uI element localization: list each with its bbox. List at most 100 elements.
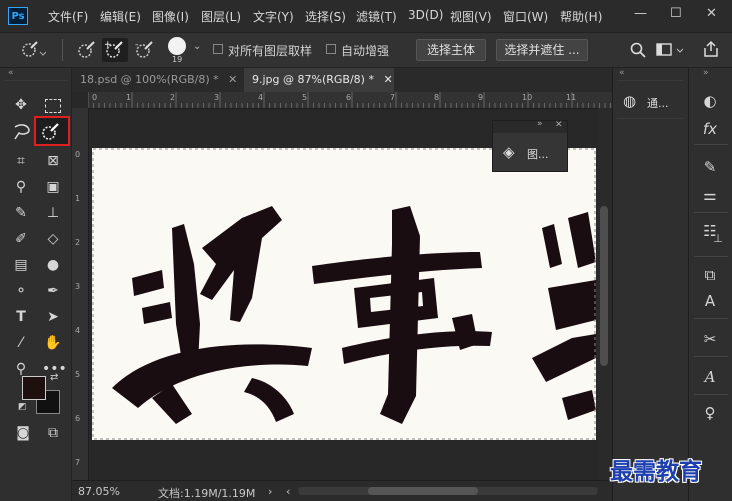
divider <box>694 394 728 395</box>
blur-tool-icon[interactable]: ● <box>42 254 64 276</box>
menu-help[interactable]: 帮助(H) <box>560 8 602 25</box>
dodge-tool-icon[interactable]: ⚬ <box>10 280 32 302</box>
adjustments-icon[interactable]: ◐ <box>698 90 722 112</box>
select-subject-button[interactable]: 选择主体 <box>416 39 486 61</box>
ink-stroke <box>548 280 596 330</box>
menu-image[interactable]: 图像(I) <box>152 8 189 25</box>
tab-close-icon[interactable]: ✕ <box>228 73 237 86</box>
select-and-mask-button[interactable]: 选择并遮住 ... <box>496 39 588 61</box>
workspace-icon[interactable] <box>656 42 686 58</box>
new-selection-icon[interactable] <box>76 40 98 60</box>
expand-chevron-icon[interactable]: » <box>703 68 709 78</box>
svg-text:+: + <box>104 40 112 50</box>
close-icon[interactable]: ✕ <box>706 6 717 21</box>
hand-tool-icon[interactable]: ✋ <box>42 332 64 354</box>
clone-source-icon[interactable]: ⊥ <box>706 228 730 250</box>
healing-brush-tool-icon[interactable]: ▣ <box>42 176 64 198</box>
crop-tool-icon[interactable]: ⌗ <box>10 150 32 172</box>
brush-tool-icon[interactable]: ✎ <box>10 202 32 224</box>
quick-selection-tool-button[interactable] <box>34 116 70 146</box>
sample-all-layers-label: 对所有图层取样 <box>228 44 313 58</box>
ruler-label: 6 <box>75 414 81 423</box>
channels-icon[interactable]: ◍ <box>623 92 636 110</box>
type-tool-icon[interactable]: T <box>10 306 32 328</box>
vertical-scrollbar-thumb[interactable] <box>600 206 608 366</box>
brush-size-icon[interactable] <box>168 37 186 55</box>
ruler-label: 1 <box>126 93 132 102</box>
maximize-icon[interactable]: ☐ <box>670 6 682 21</box>
character-style-icon[interactable]: ⧉ <box>698 264 722 286</box>
vertical-ruler[interactable]: 0 1 2 3 4 5 6 7 <box>72 108 89 480</box>
horizontal-ruler[interactable]: 0 1 2 3 4 5 6 7 8 9 10 11 <box>87 92 612 109</box>
swap-colors-icon[interactable]: ⇄ <box>50 372 58 383</box>
brush-settings-icon[interactable]: ✎ <box>698 156 722 178</box>
pen-tool-icon[interactable]: ✒ <box>42 280 64 302</box>
ruler-label: 2 <box>75 238 81 247</box>
svg-text:-: - <box>135 40 138 50</box>
menu-window[interactable]: 窗口(W) <box>503 8 548 25</box>
photoshop-logo: Ps <box>8 7 28 25</box>
panel-close-icon[interactable]: ✕ <box>555 120 563 130</box>
menu-edit[interactable]: 编辑(E) <box>100 8 141 25</box>
eraser-tool-icon[interactable]: ◇ <box>42 228 64 250</box>
add-to-selection-button[interactable]: + <box>102 38 128 62</box>
foreground-color-swatch[interactable] <box>22 376 46 400</box>
scroll-left-icon[interactable]: ‹ <box>286 485 290 498</box>
clone-stamp-tool-icon[interactable]: ⊥ <box>42 202 64 224</box>
panel-header[interactable]: » ✕ <box>493 119 567 133</box>
quick-selection-icon <box>42 123 59 140</box>
ruler-label: 1 <box>75 194 81 203</box>
tab-close-icon[interactable]: ✕ <box>383 73 392 86</box>
divider <box>617 80 683 81</box>
brushes-icon[interactable]: ⚌ <box>698 184 722 206</box>
horizontal-scrollbar[interactable] <box>298 487 598 495</box>
tab-9-jpg[interactable]: 9.jpg @ 87%(RGB/8) * ✕ <box>244 68 394 92</box>
menu-filter[interactable]: 滤镜(T) <box>356 8 397 25</box>
minimize-icon[interactable]: — <box>634 6 647 21</box>
menu-layer[interactable]: 图层(L) <box>201 8 241 25</box>
marquee-tool-icon[interactable] <box>42 94 64 116</box>
tools-scissors-icon[interactable]: ✂ <box>698 328 722 350</box>
move-tool-icon[interactable]: ✥ <box>10 94 32 116</box>
ink-stroke <box>532 334 596 382</box>
styles-fx-icon[interactable]: fx <box>698 118 722 140</box>
quick-select-tool-preset-icon[interactable] <box>20 40 46 60</box>
status-bar: 87.05% 文档:1.19M/1.19M › ‹ <box>72 480 612 501</box>
menu-file[interactable]: 文件(F) <box>48 8 88 25</box>
line-tool-icon[interactable]: ⁄ <box>10 332 32 354</box>
share-icon[interactable] <box>702 40 720 58</box>
menu-view[interactable]: 视图(V) <box>450 8 492 25</box>
history-brush-tool-icon[interactable]: ✐ <box>10 228 32 250</box>
layers-icon[interactable]: ◈ <box>503 143 515 161</box>
lasso-tool-icon[interactable] <box>12 122 32 140</box>
horizontal-scrollbar-thumb[interactable] <box>368 487 478 495</box>
screen-mode-icon[interactable]: ⧉ <box>42 422 64 444</box>
menu-select[interactable]: 选择(S) <box>305 8 346 25</box>
collapse-chevron-icon[interactable]: « <box>8 68 14 78</box>
search-icon[interactable] <box>630 42 646 58</box>
ink-stroke <box>244 378 294 422</box>
auto-enhance-checkbox[interactable] <box>326 44 336 54</box>
collapse-chevron-icon[interactable]: « <box>619 68 625 78</box>
document-canvas[interactable] <box>92 148 596 440</box>
gradient-tool-icon[interactable]: ▤ <box>10 254 32 276</box>
quick-mask-icon[interactable]: ◙ <box>12 422 34 444</box>
status-menu-chevron-icon[interactable]: › <box>268 485 272 498</box>
subtract-selection-icon[interactable]: - <box>134 40 156 60</box>
floating-layers-panel[interactable]: » ✕ ◈ 图... <box>492 119 568 172</box>
frame-tool-icon[interactable]: ⊠ <box>42 150 64 172</box>
glyphs-icon[interactable]: A <box>698 366 722 388</box>
chevron-down-icon[interactable]: ⌄ <box>193 41 201 52</box>
sample-all-layers-checkbox[interactable] <box>213 44 223 54</box>
menu-type[interactable]: 文字(Y) <box>253 8 294 25</box>
paragraph-style-icon[interactable]: A <box>698 290 722 312</box>
menu-3d[interactable]: 3D(D) <box>408 8 443 22</box>
eyedropper-tool-icon[interactable]: ⚲ <box>10 176 32 198</box>
path-selection-tool-icon[interactable]: ➤ <box>42 306 64 328</box>
tab-18-psd[interactable]: 18.psd @ 100%(RGB/8) * ✕ <box>72 68 242 92</box>
expand-chevron-icon[interactable]: » <box>537 119 543 129</box>
learn-lightbulb-icon[interactable]: ♀ <box>698 402 722 424</box>
document-info[interactable]: 文档:1.19M/1.19M <box>158 485 255 501</box>
zoom-level[interactable]: 87.05% <box>78 485 120 498</box>
default-colors-icon[interactable]: ◩ <box>18 402 27 412</box>
